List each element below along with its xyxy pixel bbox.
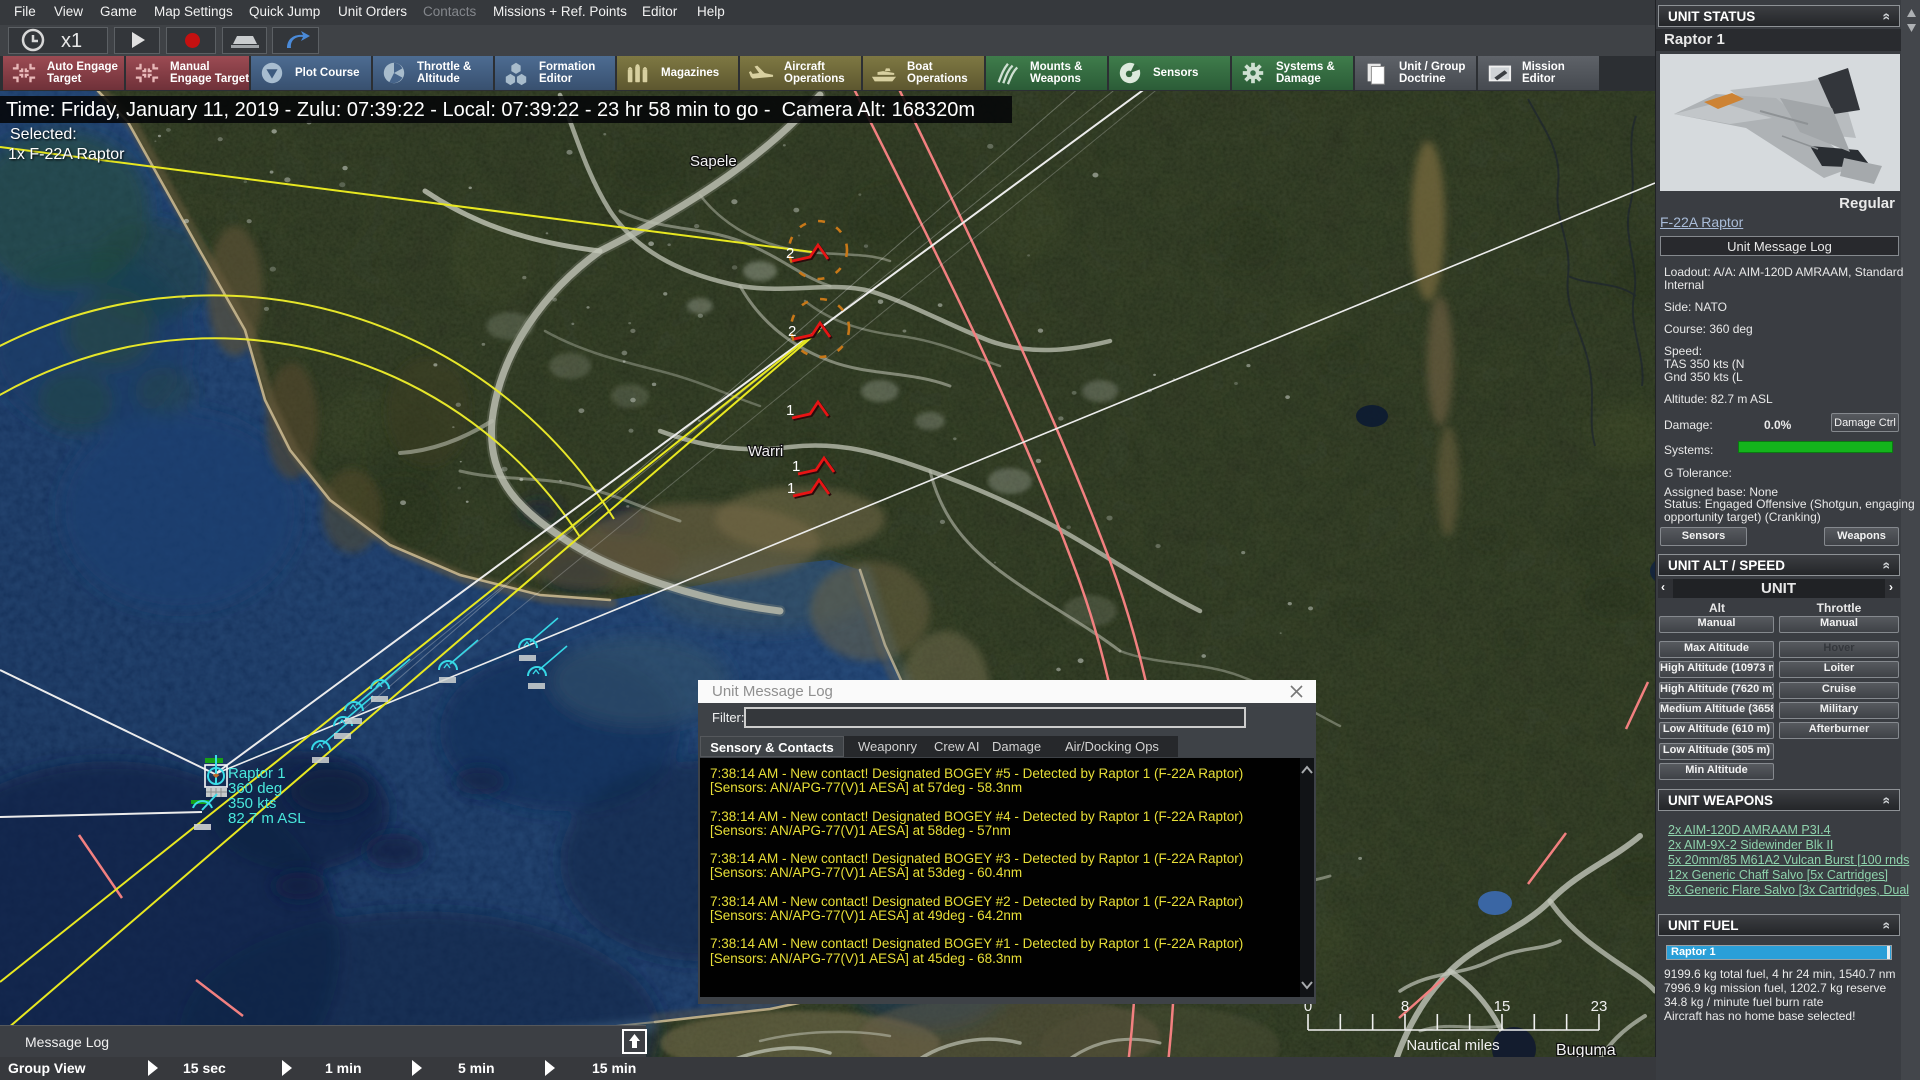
svg-text:1: 1	[786, 402, 794, 419]
svg-text:2: 2	[788, 323, 796, 340]
svg-text:23: 23	[1591, 998, 1608, 1015]
svg-text:15: 15	[1494, 998, 1511, 1015]
svg-text:1: 1	[787, 480, 795, 497]
svg-text:Warri: Warri	[748, 443, 783, 460]
svg-text:1: 1	[792, 458, 800, 475]
svg-text:Nautical miles: Nautical miles	[1406, 1037, 1499, 1054]
svg-text:Sapele: Sapele	[690, 153, 737, 170]
svg-text:x1: x1	[61, 30, 82, 52]
svg-text:2: 2	[786, 245, 794, 262]
svg-text:82.7 m ASL: 82.7 m ASL	[228, 810, 306, 827]
svg-text:8: 8	[1401, 998, 1409, 1015]
